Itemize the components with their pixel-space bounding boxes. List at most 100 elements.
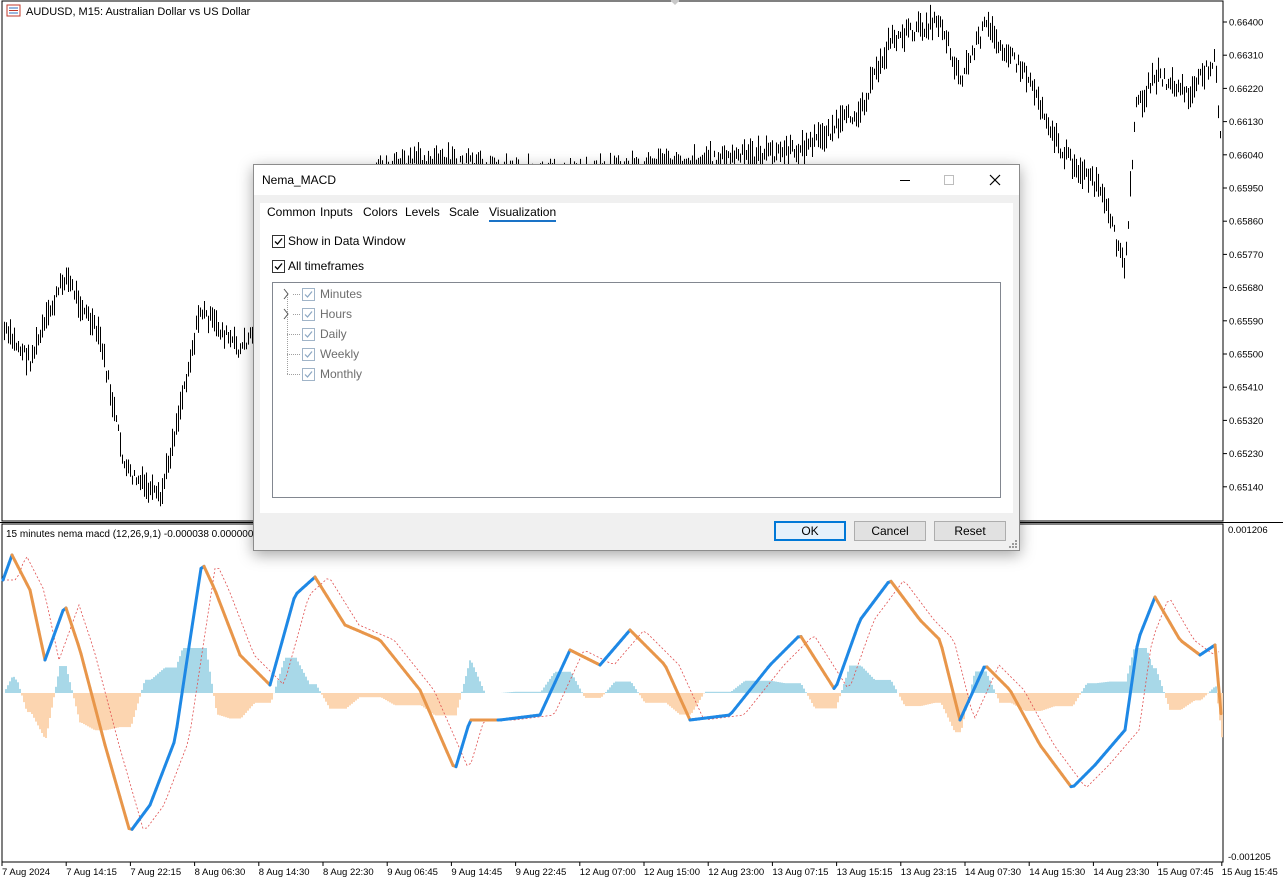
histogram-bar: [827, 693, 829, 709]
tree-item-hours[interactable]: Hours: [273, 305, 473, 323]
chevron-right-icon[interactable]: [282, 308, 290, 320]
checkbox-checked-icon[interactable]: [302, 368, 315, 381]
histogram-bar: [45, 693, 47, 738]
histogram-bar: [663, 693, 665, 703]
symbol-label: AUDUSD, M15: Australian Dollar vs US Dol…: [26, 6, 251, 18]
cancel-button[interactable]: Cancel: [854, 521, 926, 541]
histogram-bar: [849, 665, 851, 693]
checkbox-checked-icon[interactable]: [302, 328, 315, 341]
histogram-bar: [579, 688, 581, 693]
histogram-bar: [49, 693, 51, 718]
histogram-bar: [107, 693, 109, 730]
histogram-bar: [1183, 693, 1185, 708]
histogram-bar: [171, 667, 173, 693]
histogram-bar: [639, 693, 641, 696]
histogram-bar: [829, 693, 831, 709]
tab-visualization[interactable]: Visualization: [489, 205, 557, 222]
histogram-bar: [1113, 681, 1115, 693]
tree-item-minutes[interactable]: Minutes: [273, 285, 473, 303]
histogram-bar: [589, 693, 591, 698]
histogram-bar: [591, 693, 593, 698]
histogram-bar: [147, 679, 149, 693]
histogram-bar: [323, 693, 325, 699]
histogram-bar: [65, 666, 67, 693]
histogram-bar: [543, 687, 545, 693]
histogram-bar: [637, 692, 639, 693]
histogram-bar: [81, 693, 83, 723]
dialog-tabs: Common Inputs Colors Levels Scale Visual…: [260, 203, 1013, 225]
histogram-bar: [1097, 682, 1099, 693]
all-timeframes-label: All timeframes: [288, 259, 365, 273]
histogram-bar: [217, 693, 219, 715]
histogram-bar: [153, 677, 155, 693]
close-icon: [989, 174, 1001, 186]
histogram-bar: [263, 693, 265, 703]
tab-inputs[interactable]: Inputs: [320, 205, 353, 219]
histogram-bar: [25, 693, 27, 709]
ok-button[interactable]: OK: [774, 521, 846, 541]
tree-item-monthly[interactable]: Monthly: [273, 365, 473, 383]
histogram-bar: [295, 657, 297, 693]
histogram-bar: [873, 678, 875, 693]
histogram-bar: [1083, 688, 1085, 693]
histogram-bar: [1143, 648, 1145, 693]
checkbox-checked-icon[interactable]: [302, 348, 315, 361]
resize-grip-icon[interactable]: [1008, 539, 1018, 549]
show-in-data-window-checkbox[interactable]: Show in Data Window: [272, 234, 405, 248]
histogram-bar: [1035, 693, 1037, 711]
histogram-bar: [383, 693, 385, 699]
tab-levels[interactable]: Levels: [405, 205, 440, 219]
histogram-bar: [357, 693, 359, 699]
checkbox-checked-icon[interactable]: [302, 288, 315, 301]
histogram-bar: [689, 693, 691, 715]
histogram-bar: [159, 671, 161, 693]
price-tick-label: 0.66220: [1229, 84, 1263, 95]
histogram-bar: [409, 693, 411, 706]
histogram-bar: [125, 693, 127, 728]
histogram-bar: [445, 693, 447, 716]
histogram-bar: [151, 678, 153, 693]
maximize-icon: [944, 175, 954, 185]
histogram-bar: [585, 693, 587, 698]
tab-scale[interactable]: Scale: [449, 205, 479, 219]
tab-common[interactable]: Common: [267, 205, 316, 219]
histogram-bar: [365, 693, 367, 698]
histogram-bar: [469, 660, 471, 693]
reset-button[interactable]: Reset: [934, 521, 1006, 541]
histogram-bar: [583, 693, 585, 697]
dialog-titlebar[interactable]: Nema_MACD: [254, 165, 1019, 195]
histogram-bar: [507, 692, 509, 693]
histogram-bar: [613, 682, 615, 693]
histogram-bar: [71, 690, 73, 693]
histogram-bar: [345, 693, 347, 709]
time-tick-label: 12 Aug 15:00: [644, 867, 700, 878]
histogram-bar: [1177, 693, 1179, 710]
histogram-bar: [137, 693, 139, 704]
histogram-bar: [561, 671, 563, 693]
checkbox-checked-icon[interactable]: [302, 308, 315, 321]
checkbox-checked-icon[interactable]: [272, 259, 285, 273]
checkbox-checked-icon[interactable]: [272, 234, 285, 248]
histogram-bar: [907, 693, 909, 707]
histogram-bar: [1037, 693, 1039, 711]
tree-item-daily[interactable]: Daily: [273, 325, 473, 343]
price-tick-label: 0.66400: [1229, 18, 1263, 29]
chevron-right-icon[interactable]: [282, 288, 290, 300]
close-button[interactable]: [973, 165, 1017, 195]
tree-item-weekly[interactable]: Weekly: [273, 345, 473, 363]
histogram-bar: [1187, 693, 1189, 706]
all-timeframes-checkbox[interactable]: All timeframes: [272, 259, 364, 273]
minimize-button[interactable]: [883, 165, 927, 195]
histogram-bar: [983, 671, 985, 693]
histogram-bar: [1069, 693, 1071, 707]
histogram-bar: [695, 693, 697, 707]
histogram-bar: [367, 693, 369, 698]
tree-item-label: Hours: [320, 307, 353, 321]
histogram-bar: [791, 683, 793, 693]
tab-colors[interactable]: Colors: [363, 205, 398, 219]
histogram-bar: [623, 681, 625, 693]
histogram-bar: [459, 693, 461, 700]
histogram-bar: [209, 671, 211, 693]
histogram-bar: [997, 693, 999, 699]
histogram-bar: [53, 693, 55, 698]
